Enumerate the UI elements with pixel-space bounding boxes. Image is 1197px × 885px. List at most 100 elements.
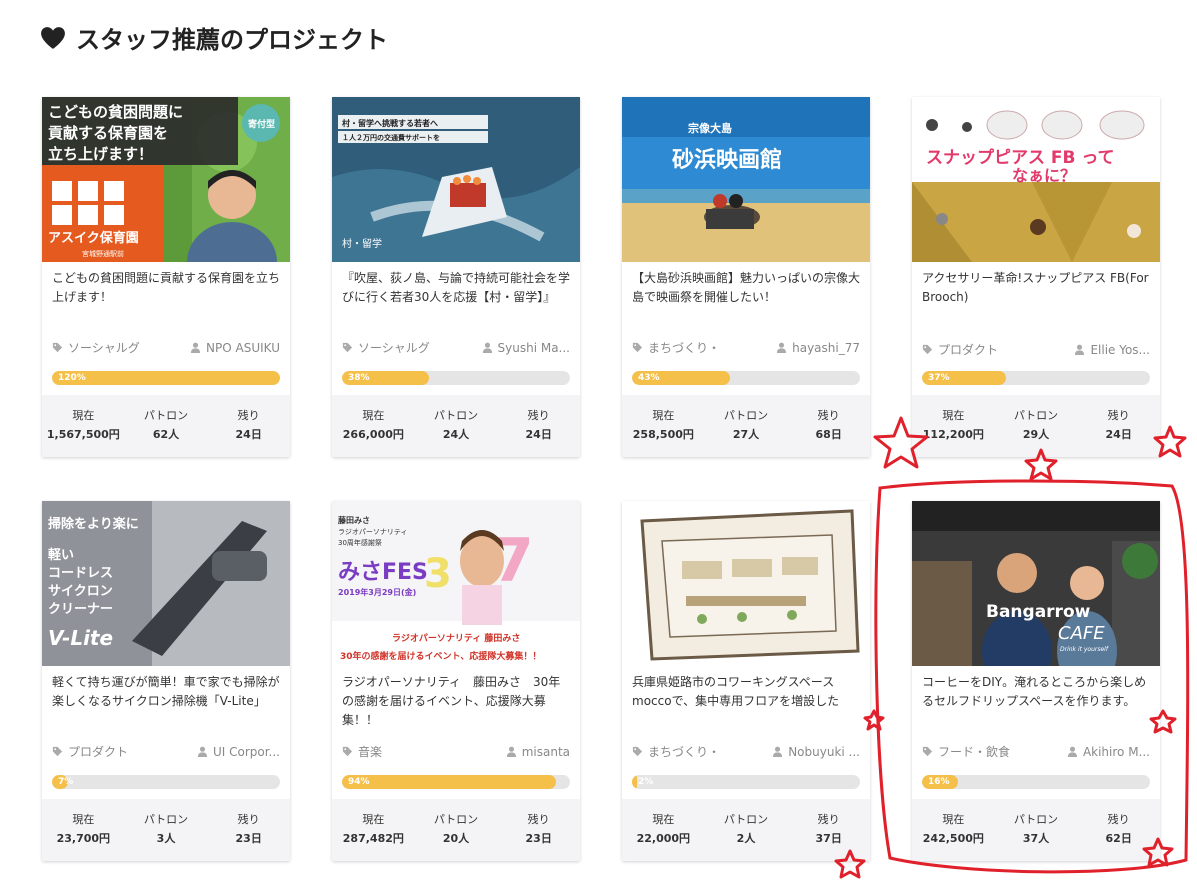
project-thumbnail[interactable]: 掃除をより楽に 軽い コードレス サイクロン クリーナー V-Lite <box>42 501 290 666</box>
current-amount: 287,482円 <box>342 832 404 845</box>
patrons-count: 37人 <box>1022 832 1050 845</box>
category[interactable]: まちづくり・ <box>632 339 720 356</box>
project-thumbnail[interactable]: Bangarrow CAFE Drink it yourself <box>912 501 1160 666</box>
image-logo: アスイク保育園 <box>48 230 139 246</box>
tag-icon <box>342 342 353 353</box>
project-title[interactable]: 『吹屋、荻ノ島、与論で持続可能社会を学びに行く若者30人を応援【村・留学】』 <box>342 269 572 309</box>
category[interactable]: まちづくり・ <box>632 743 720 760</box>
project-title[interactable]: アクセサリー革命!スナップピアス FB(For Brooch) <box>922 269 1152 309</box>
project-title[interactable]: ラジオパーソナリティ 藤田みさ 30年の感謝を届けるイベント、応援隊大募集！！ <box>342 673 572 731</box>
project-title[interactable]: 【大島砂浜映画館】魅力いっぱいの宗像大島で映画祭を開催したい！ <box>632 269 862 309</box>
owner-name: Ellie Yos... <box>1090 342 1150 357</box>
user-icon <box>482 342 492 353</box>
owner-name: Nobuyuki ... <box>788 744 860 759</box>
category[interactable]: 音楽 <box>342 743 382 760</box>
section-title: スタッフ推薦のプロジェクト <box>76 26 388 54</box>
tag-icon <box>342 746 353 757</box>
project-thumbnail[interactable]: 7 3 藤田みさ ラジオパーソナリティ 30周年感謝祭 みさFES 2019年3… <box>332 501 580 666</box>
owner[interactable]: Ellie Yos... <box>1074 343 1150 357</box>
owner[interactable]: misanta <box>506 745 570 759</box>
project-card[interactable]: Bangarrow CAFE Drink it yourself コーヒーをDI… <box>912 501 1160 861</box>
user-icon <box>773 746 783 757</box>
progress-percent: 94% <box>348 777 370 787</box>
image-text-line1: 掃除をより楽に <box>48 516 139 532</box>
progress-percent: 16% <box>928 777 950 787</box>
project-card[interactable]: 村・留学へ挑戦する若者へ １人２万円の交通費サポートを 村・留学 『吹屋、荻ノ島… <box>332 97 580 457</box>
remaining-days: 23日 <box>235 832 262 845</box>
tag-icon <box>632 746 643 757</box>
remaining-label: 残り <box>527 409 550 422</box>
category[interactable]: フード・飲食 <box>922 743 1010 760</box>
owner[interactable]: UI Corpor... <box>197 745 280 759</box>
image-logo-sub: 宮城野通駅前 <box>82 249 124 258</box>
progress-fill <box>632 775 637 789</box>
progress-percent: 37% <box>928 373 950 383</box>
owner[interactable]: Nobuyuki ... <box>772 745 860 759</box>
owner[interactable]: Akihiro M... <box>1067 745 1150 759</box>
remaining-label: 残り <box>527 813 550 826</box>
owner-name: NPO ASUIKU <box>206 340 280 355</box>
image-text-line2: 軽い <box>48 547 74 563</box>
project-title[interactable]: コーヒーをDIY。淹れるところから楽しめるセルフドリップスペースを作ります。 <box>922 673 1152 713</box>
remaining-label: 残り <box>817 409 840 422</box>
project-thumbnail[interactable]: スナップピアス FB って なぁに？ <box>912 97 1160 262</box>
patrons-label: パトロン <box>1013 409 1059 422</box>
stats-row: 現在 1,567,500円 パトロン 62人 残り 24日 <box>42 395 290 457</box>
project-thumbnail[interactable]: 宗像大島 砂浜映画館 <box>622 97 870 262</box>
remaining-label: 残り <box>237 409 260 422</box>
remaining-label: 残り <box>237 813 260 826</box>
current-label: 現在 <box>72 409 95 422</box>
patrons-count: 24人 <box>442 428 470 441</box>
project-title[interactable]: こどもの貧困問題に貢献する保育園を立ち上げます！ <box>52 269 282 309</box>
patrons-label: パトロン <box>143 813 189 826</box>
patrons-label: パトロン <box>433 813 479 826</box>
user-icon <box>777 342 787 353</box>
project-card[interactable]: スナップピアス FB って なぁに？ アクセサリー革命!スナップピアス FB(F… <box>912 97 1160 457</box>
stats-row: 現在 242,500円 パトロン 37人 残り 62日 <box>912 799 1160 861</box>
patrons-count: 20人 <box>442 832 470 845</box>
owner[interactable]: hayashi_77 <box>776 341 860 355</box>
remaining-days: 37日 <box>815 832 842 845</box>
project-title[interactable]: 軽くて持ち運びが簡単！車で家でも掃除が楽しくなるサイクロン掃除機「V-Lite」 <box>52 673 282 713</box>
project-title[interactable]: 兵庫県姫路市のコワーキングスペースmoccoで、集中専用フロアを増設したい！ <box>632 673 862 713</box>
category-label: まちづくり・ <box>648 341 721 355</box>
patrons-label: パトロン <box>1013 813 1059 826</box>
category[interactable]: プロダクト <box>52 743 128 760</box>
category[interactable]: ソーシャルグ <box>52 339 140 356</box>
image-logo: 村・留学 <box>342 237 382 250</box>
progress-percent: 7% <box>58 777 74 787</box>
project-thumbnail[interactable]: 村・留学へ挑戦する若者へ １人２万円の交通費サポートを 村・留学 <box>332 97 580 262</box>
image-text-line4: サイクロン <box>48 584 113 599</box>
progress-bar: 37% <box>922 371 1150 385</box>
image-logo: みさFES <box>338 560 428 585</box>
tag-icon <box>632 342 643 353</box>
stats-row: 現在 258,500円 パトロン 27人 残り 68日 <box>622 395 870 457</box>
category[interactable]: ソーシャルグ <box>342 339 430 356</box>
owner-name: UI Corpor... <box>212 744 280 759</box>
project-thumbnail[interactable] <box>622 501 870 666</box>
image-caption1: ラジオパーソナリティ 藤田みさ <box>392 632 520 644</box>
project-card[interactable]: こどもの貧困問題に 貢献する保育園を 立ち上げます！ 寄付型 アスイク保育園 宮… <box>42 97 290 457</box>
project-thumbnail[interactable]: こどもの貧困問題に 貢献する保育園を 立ち上げます！ 寄付型 アスイク保育園 宮… <box>42 97 290 262</box>
image-text-line1: 宗像大島 <box>688 121 732 135</box>
owner[interactable]: NPO ASUIKU <box>190 341 280 355</box>
stats-row: 現在 22,000円 パトロン 2人 残り 37日 <box>622 799 870 861</box>
patrons-count: 27人 <box>732 428 760 441</box>
current-label: 現在 <box>652 409 675 422</box>
project-card[interactable]: 7 3 藤田みさ ラジオパーソナリティ 30周年感謝祭 みさFES 2019年3… <box>332 501 580 861</box>
progress-fill <box>342 775 557 789</box>
category[interactable]: プロダクト <box>922 341 998 358</box>
patrons-label: パトロン <box>143 409 189 422</box>
current-label: 現在 <box>652 813 675 826</box>
owner[interactable]: Syushi Ma... <box>482 341 570 355</box>
image-text-line2: ラジオパーソナリティ <box>338 528 407 536</box>
remaining-days: 24日 <box>1105 428 1132 441</box>
project-card[interactable]: 宗像大島 砂浜映画館 【大島砂浜映画館】魅力いっぱいの宗像大島で映画祭を開催した… <box>622 97 870 457</box>
current-amount: 23,700円 <box>56 832 111 845</box>
category-label: まちづくり・ <box>648 745 721 759</box>
remaining-days: 62日 <box>1105 832 1132 845</box>
project-card[interactable]: 兵庫県姫路市のコワーキングスペースmoccoで、集中専用フロアを増設したい！ ま… <box>622 501 870 861</box>
patrons-label: パトロン <box>723 813 769 826</box>
current-amount: 258,500円 <box>632 428 694 441</box>
project-card[interactable]: 掃除をより楽に 軽い コードレス サイクロン クリーナー V-Lite 軽くて持… <box>42 501 290 861</box>
